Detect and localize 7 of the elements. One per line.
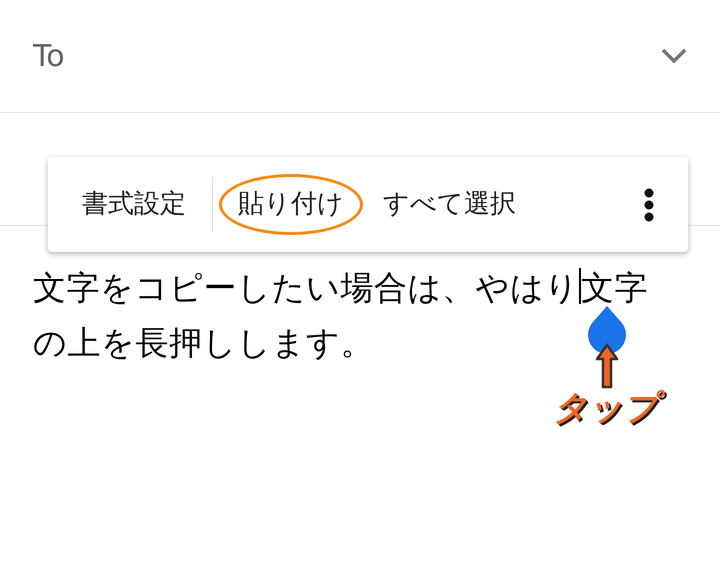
to-label: To: [33, 38, 65, 76]
tap-label: タップ: [553, 386, 663, 436]
up-arrow-icon: [595, 343, 619, 389]
menu-item[interactable]: すべて選択: [363, 185, 536, 224]
menu-item[interactable]: 書式設定: [62, 185, 206, 224]
menu-item[interactable]: 貼り付け: [219, 174, 363, 235]
chevron-icon[interactable]: [661, 48, 687, 64]
